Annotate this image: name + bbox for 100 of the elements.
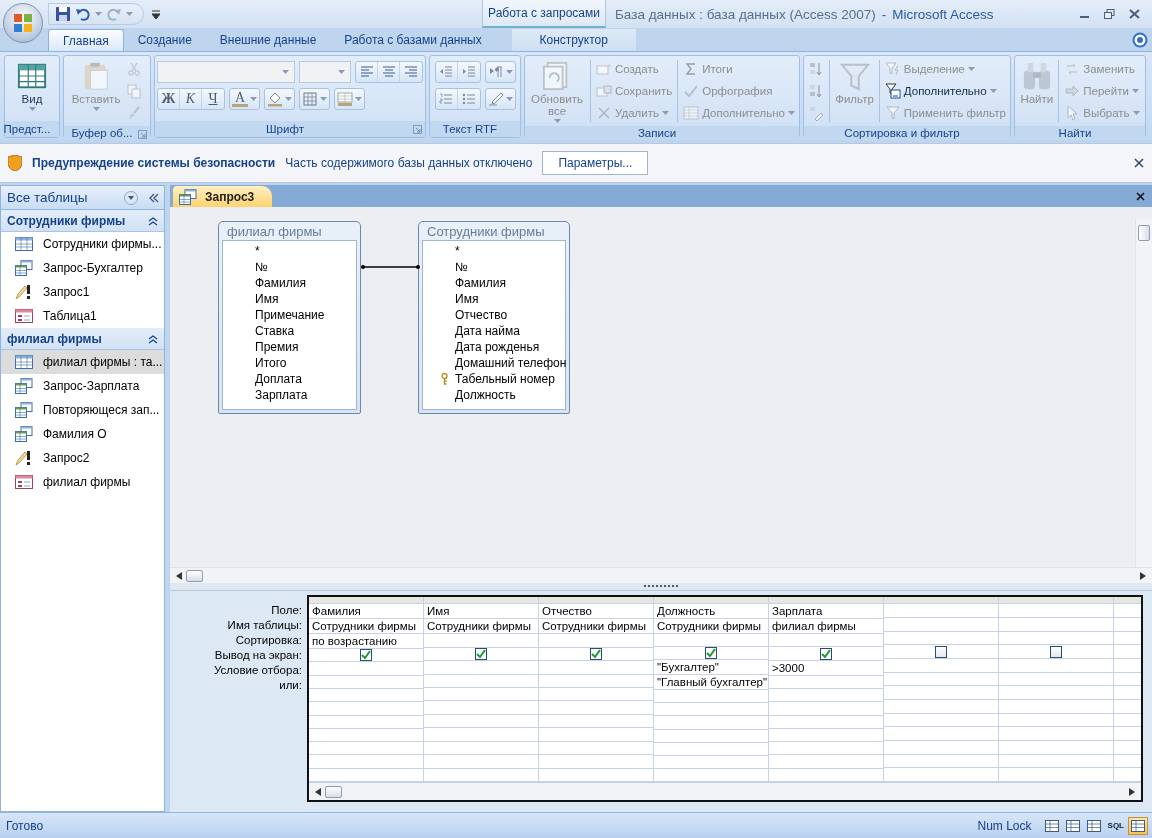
field-name[interactable]: Должность [423, 387, 565, 403]
nav-group-header[interactable]: филиал фирмы [1, 328, 164, 350]
ribbon-tab[interactable]: Внешние данные [205, 29, 331, 51]
checkbox[interactable] [935, 645, 947, 658]
tool-button[interactable] [299, 88, 330, 110]
grid-cell[interactable]: Сотрудники фирмы [424, 619, 538, 635]
checkbox[interactable] [1050, 645, 1062, 658]
scroll-left-icon[interactable] [315, 787, 321, 796]
help-icon[interactable] [1132, 31, 1148, 48]
scroll-thumb[interactable] [1138, 225, 1150, 241]
format-button[interactable]: Ж [158, 89, 180, 109]
view-button[interactable] [1128, 816, 1148, 835]
undo-icon[interactable] [75, 6, 91, 22]
grid-cell[interactable]: Сотрудники фирмы [654, 619, 768, 635]
scroll-thumb[interactable] [186, 569, 203, 582]
horizontal-scrollbar[interactable] [309, 782, 1141, 800]
nav-item[interactable]: Таблица1 [1, 304, 164, 328]
restore-icon[interactable] [1104, 9, 1115, 19]
field-name[interactable]: Ставка [223, 323, 356, 339]
scroll-left-icon[interactable] [176, 571, 182, 580]
field-name[interactable]: Премия [223, 339, 356, 355]
format-button[interactable]: Ч [202, 89, 224, 109]
ribbon-tab[interactable]: Главная [48, 29, 124, 51]
nav-item[interactable]: Запрос-Бухгалтер [1, 256, 164, 280]
ribbon-tab[interactable]: Работа с базами данных [330, 29, 496, 51]
column-selector[interactable] [999, 597, 1113, 605]
dropdown-field[interactable] [157, 61, 295, 83]
dropdown-icon[interactable] [124, 190, 138, 205]
close-icon[interactable] [1134, 158, 1144, 168]
field-name[interactable]: Имя [223, 291, 356, 307]
field-list[interactable]: Сотрудники фирмы * № Фамилия Имя Отчество Дата найма Дата рожденья Домашний телефон Табельный номер Должность [418, 221, 570, 414]
grid-cell[interactable]: Имя [424, 604, 538, 620]
ribbon-button[interactable]: Дополнительно [882, 80, 1008, 102]
close-icon[interactable] [1136, 191, 1145, 201]
collapse-pane-icon[interactable] [148, 191, 160, 204]
field-name[interactable]: Дата найма [423, 323, 565, 339]
column-selector[interactable] [884, 597, 998, 605]
redo-icon[interactable] [106, 6, 122, 22]
grid-cell[interactable]: "Бухгалтер" [654, 660, 768, 676]
scroll-thumb[interactable] [325, 785, 342, 798]
field-list[interactable]: филиал фирмы * № Фамилия Имя Примечание Ставка Премия Итого Доплата Зарплата [218, 221, 361, 414]
grid-cell[interactable]: Должность [654, 604, 768, 620]
save-icon[interactable] [55, 6, 71, 22]
format-button[interactable]: К [180, 89, 202, 109]
field-name[interactable]: * [423, 243, 565, 259]
grid-cell[interactable]: "Главный бухгалтер" [654, 675, 768, 691]
vertical-scrollbar[interactable] [1135, 219, 1152, 567]
options-button[interactable]: Параметры... [542, 151, 649, 175]
customize-icon[interactable] [152, 9, 160, 19]
tool-button[interactable] [264, 88, 295, 110]
column-selector[interactable] [309, 597, 423, 605]
horizontal-scrollbar[interactable] [170, 567, 1152, 583]
nav-item[interactable]: филиал фирмы : та... [1, 350, 164, 374]
column-selector[interactable] [654, 597, 768, 605]
collapse-icon[interactable] [148, 215, 158, 226]
close-icon[interactable] [1129, 9, 1140, 19]
column-selector[interactable] [1114, 597, 1141, 605]
tool-button[interactable] [484, 61, 516, 83]
field-name[interactable]: Итого [223, 355, 356, 371]
nav-item[interactable]: Запрос2 [1, 446, 164, 470]
field-name[interactable]: Имя [423, 291, 565, 307]
column-selector[interactable] [424, 597, 538, 605]
checkbox[interactable] [820, 647, 832, 660]
nav-item[interactable]: филиал фирмы [1, 470, 164, 494]
grid-cell[interactable]: Сотрудники фирмы [309, 619, 423, 635]
field-name[interactable]: Фамилия [423, 275, 565, 291]
field-name[interactable]: Домашний телефон [423, 355, 565, 371]
dropdown-field[interactable] [299, 61, 351, 83]
nav-group-title[interactable]: Сотрудники фирмы [7, 213, 126, 228]
checkbox[interactable] [705, 647, 717, 660]
field-name[interactable]: Фамилия [223, 275, 356, 291]
grid-cell[interactable]: Сотрудники фирмы [539, 619, 653, 635]
dialog-launcher-icon[interactable] [138, 130, 147, 139]
dialog-launcher-icon[interactable] [413, 125, 422, 134]
checkbox[interactable] [360, 649, 372, 662]
scroll-right-icon[interactable] [1140, 571, 1146, 580]
nav-item[interactable]: Повторяющеся зап... [1, 398, 164, 422]
nav-group-title[interactable]: филиал фирмы [7, 331, 102, 346]
grid-cell[interactable]: >3000 [769, 660, 883, 676]
grid-cell[interactable]: филиал фирмы [769, 619, 883, 635]
grid-cell[interactable]: Зарплата [769, 604, 883, 620]
font-color-button[interactable]: A [229, 88, 260, 110]
scroll-right-icon[interactable] [1129, 787, 1135, 796]
field-name[interactable]: Отчество [423, 307, 565, 323]
document-tab[interactable]: Запрос3 [173, 186, 273, 207]
ribbon-button[interactable]: Вид [15, 58, 49, 111]
nav-item[interactable]: Запрос-Зарплата [1, 374, 164, 398]
nav-group-header[interactable]: Сотрудники фирмы [1, 210, 164, 232]
nav-item[interactable]: Запрос1 [1, 280, 164, 304]
column-selector[interactable] [769, 597, 883, 605]
pane-title[interactable]: Все таблицы [7, 190, 120, 205]
field-name[interactable]: Доплата [223, 371, 356, 387]
ribbon-tab[interactable]: Создание [123, 29, 206, 51]
nav-item[interactable]: Сотрудники фирмы... [1, 232, 164, 256]
column-selector[interactable] [539, 597, 653, 605]
field-name[interactable]: Табельный номер [423, 371, 565, 387]
nav-item[interactable]: Фамилия О [1, 422, 164, 446]
tool-button[interactable] [334, 88, 365, 110]
field-name[interactable]: Зарплата [223, 387, 356, 403]
field-name[interactable]: № [423, 259, 565, 275]
